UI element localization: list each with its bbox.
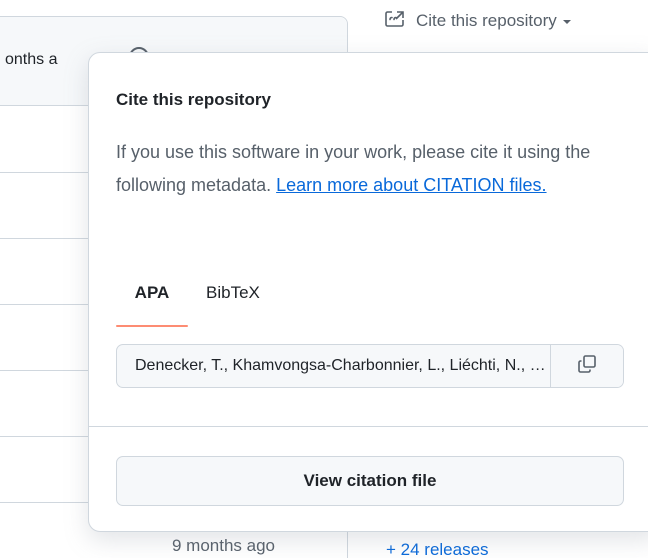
cite-popover: Cite this repository If you use this sof…: [88, 52, 648, 532]
tab-selected-indicator: [116, 325, 188, 327]
citation-format-tabs: APA BibTeX: [116, 278, 260, 327]
popover-divider: [89, 426, 648, 427]
quote-external-icon: [384, 10, 406, 33]
popover-description: If you use this software in your work, p…: [116, 136, 616, 202]
citation-text[interactable]: Denecker, T., Khamvongsa-Charbonnier, L.…: [117, 345, 550, 387]
cite-repository-button[interactable]: Cite this repository: [384, 6, 571, 36]
tab-bibtex-label: BibTeX: [206, 283, 260, 302]
citation-field: Denecker, T., Khamvongsa-Charbonnier, L.…: [116, 344, 624, 388]
learn-more-link[interactable]: Learn more about CITATION files.: [276, 175, 546, 195]
copy-citation-button[interactable]: [550, 345, 623, 387]
tab-apa-label: APA: [134, 283, 170, 302]
latest-commit-time: onths a: [5, 51, 58, 68]
tab-apa[interactable]: APA: [116, 278, 188, 327]
view-citation-file-button[interactable]: View citation file: [116, 456, 624, 506]
copy-icon: [577, 354, 597, 379]
file-row-time: 9 months ago: [172, 536, 276, 555]
releases-link[interactable]: + 24 releases: [386, 540, 489, 558]
chevron-down-icon: [562, 20, 571, 24]
cite-repository-label: Cite this repository: [416, 11, 557, 30]
page: onths a 9 months ago + 24 releases Cite …: [0, 0, 648, 558]
popover-title: Cite this repository: [116, 90, 271, 109]
tab-bibtex[interactable]: BibTeX: [206, 278, 260, 308]
